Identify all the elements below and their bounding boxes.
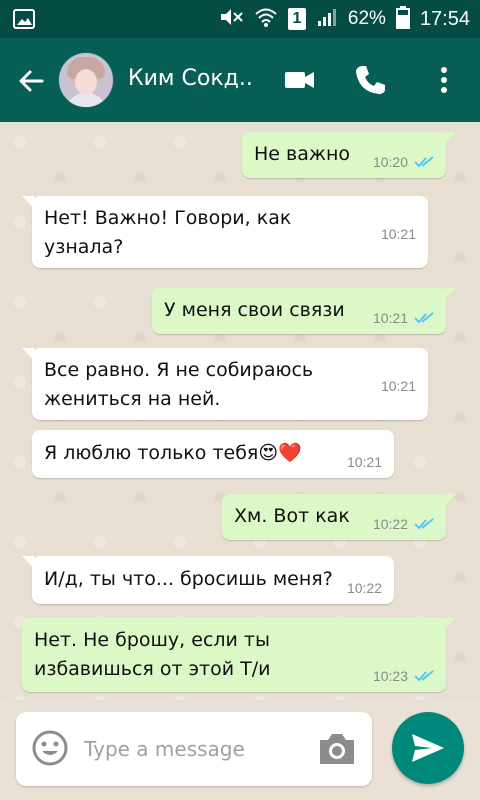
read-ticks-icon <box>414 670 434 682</box>
phone-icon <box>356 66 385 94</box>
more-options-button[interactable] <box>426 62 462 98</box>
camera-button[interactable] <box>316 730 358 768</box>
message-bubble-incoming[interactable]: Я люблю только тебя😍❤️ 10:21 <box>32 430 394 478</box>
message-bubble-incoming[interactable]: Все равно. Я не собираюсь жениться на не… <box>22 348 428 420</box>
back-button[interactable] <box>14 64 48 98</box>
message-line: Все равно. Я не собираюсь <box>44 359 314 381</box>
more-vert-icon <box>441 67 447 93</box>
back-arrow-icon <box>19 70 44 92</box>
sim-slot-icon: 1 <box>287 8 306 30</box>
message-text: Нет! Важно! Говори, как узнала? <box>44 204 291 262</box>
video-call-icon <box>285 72 314 88</box>
message-text: Хм. Вот как <box>234 505 350 527</box>
message-time: 10:21 <box>380 378 416 394</box>
message-line: жениться на ней. <box>44 388 221 410</box>
message-time: 10:22 <box>346 580 382 596</box>
message-bubble-outgoing[interactable]: Нет. Не брошу, если ты избавишься от это… <box>22 618 456 692</box>
send-button[interactable] <box>392 712 464 784</box>
message-text: И/д, ты что... бросишь меня? <box>44 568 333 590</box>
message-time: 10:21 <box>372 310 408 326</box>
read-ticks-icon <box>414 312 434 324</box>
battery-percent: 62% <box>347 8 386 29</box>
mute-icon <box>218 6 244 33</box>
send-icon <box>412 734 444 762</box>
message-time: 10:21 <box>346 454 382 470</box>
message-line: избавишься от этой Т/и <box>34 658 271 680</box>
message-composer <box>16 712 372 786</box>
battery-icon <box>395 5 410 34</box>
message-text: Не важно <box>254 143 351 165</box>
message-meta: 10:22 <box>373 516 434 532</box>
wifi-icon <box>254 6 278 33</box>
message-meta: 10:21 <box>381 226 416 242</box>
gallery-notification-icon <box>12 7 36 36</box>
message-line: Нет. Не брошу, если ты <box>34 629 270 651</box>
message-text: Я люблю только тебя😍❤️ <box>44 442 302 464</box>
message-bubble-outgoing[interactable]: У меня свои связи 10:21 <box>152 288 456 334</box>
message-bubble-incoming[interactable]: И/д, ты что... бросишь меня? 10:22 <box>22 556 394 604</box>
emoji-icon <box>32 730 68 766</box>
message-time: 10:23 <box>372 668 408 684</box>
message-time: 10:22 <box>372 516 408 532</box>
message-time: 10:21 <box>380 226 416 242</box>
message-meta: 10:23 <box>373 668 434 684</box>
video-call-button[interactable] <box>282 62 318 98</box>
message-line: Нет! Важно! Говори, как <box>44 207 292 229</box>
emoji-button[interactable] <box>30 728 70 768</box>
message-text: Нет. Не брошу, если ты избавишься от это… <box>34 626 270 684</box>
message-meta: 10:21 <box>381 378 416 394</box>
message-text: У меня свои связи <box>164 299 345 321</box>
clock: 17:54 <box>419 7 470 30</box>
voice-call-button[interactable] <box>352 62 388 98</box>
message-meta: 10:22 <box>347 580 382 596</box>
contact-name[interactable]: Ким Сокд.. <box>128 66 253 91</box>
message-bubble-incoming[interactable]: Нет! Важно! Говори, как узнала? 10:21 <box>22 196 428 268</box>
camera-icon <box>320 734 354 764</box>
message-meta: 10:21 <box>347 454 382 470</box>
chat-header: Ким Сокд.. <box>0 38 480 122</box>
read-ticks-icon <box>414 518 434 530</box>
message-bubble-outgoing[interactable]: Хм. Вот как 10:22 <box>222 494 456 540</box>
signal-icon <box>316 6 338 33</box>
message-meta: 10:20 <box>373 154 434 170</box>
status-bar: 1 62% 17:54 <box>0 0 480 38</box>
message-input[interactable] <box>82 730 306 768</box>
message-line: узнала? <box>44 236 124 258</box>
message-text: Все равно. Я не собираюсь жениться на не… <box>44 356 313 414</box>
message-time: 10:20 <box>372 154 408 170</box>
read-ticks-icon <box>414 156 434 168</box>
message-bubble-outgoing[interactable]: Не важно 10:20 <box>242 132 456 178</box>
message-meta: 10:21 <box>373 310 434 326</box>
status-icons: 1 62% 17:54 <box>218 0 470 38</box>
contact-avatar[interactable] <box>58 52 114 108</box>
